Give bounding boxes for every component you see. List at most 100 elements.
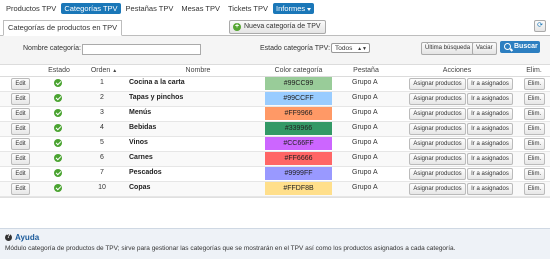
tab-categorias[interactable]: Categorías de productos en TPV [3,20,123,36]
header-pestana[interactable]: Pestaña [348,65,384,76]
go-to-assigned-button[interactable]: Ir a asignados [467,153,513,165]
edit-button[interactable]: Edit [11,123,30,135]
category-color-cell: #99CC99 [265,77,332,90]
edit-button[interactable]: Edit [11,78,30,90]
assign-products-button[interactable]: Asignar productos [409,168,466,180]
category-name-cell: Vinos [129,139,148,146]
assign-products-button[interactable]: Asignar productos [409,93,466,105]
edit-button[interactable]: Edit [11,153,30,165]
last-search-button[interactable]: Última búsqueda [421,42,475,55]
assign-products-button[interactable]: Asignar productos [409,183,466,195]
go-to-assigned-button[interactable]: Ir a asignados [467,108,513,120]
header-nombre[interactable]: Nombre [170,65,226,76]
table-header: Estado Orden ▲ Nombre Color categoría Pe… [0,65,550,77]
edit-button[interactable]: Edit [11,138,30,150]
help-title: ? Ayuda [5,233,39,242]
assign-products-button[interactable]: Asignar productos [409,138,466,150]
nav-productos-tpv[interactable]: Productos TPV [3,3,59,14]
tab-group-cell: Grupo A [352,79,378,86]
assign-products-button[interactable]: Asignar productos [409,123,466,135]
table-row: Edit 1 Cocina a la carta #99CC99 Grupo A Asig… [0,77,550,92]
help-title-text: Ayuda [15,233,40,242]
go-to-assigned-button[interactable]: Ir a asignados [467,78,513,90]
nav-informes[interactable]: Informes [273,3,315,14]
nav-tickets-tpv[interactable]: Tickets TPV [225,3,271,14]
table-row: Edit 2 Tapas y pinchos #99CCFF Grupo A Asigna… [0,92,550,107]
go-to-assigned-button[interactable]: Ir a asignados [467,123,513,135]
status-active-icon [54,109,62,117]
search-button[interactable]: Buscar [500,41,540,53]
category-color-cell: #FF6666 [265,152,332,165]
order-cell: 4 [100,124,104,131]
status-active-icon [54,94,62,102]
category-name-input[interactable] [82,44,201,55]
delete-button[interactable]: Elim. [524,138,545,150]
go-to-assigned-button[interactable]: Ir a asignados [467,138,513,150]
delete-button[interactable]: Elim. [524,183,545,195]
status-active-icon [54,139,62,147]
edit-button[interactable]: Edit [11,93,30,105]
new-category-button[interactable]: + Nueva categoría de TPV [229,20,326,34]
header-elim: Elim. [526,67,542,74]
tab-group-cell: Grupo A [352,94,378,101]
help-text: Módulo categoría de productos de TPV; si… [5,245,456,252]
header-orden[interactable]: Orden ▲ [88,65,120,76]
table-row: Edit 10 Copas #FFDF8B Grupo A Asignar product… [0,182,550,197]
table-empty-area [0,197,550,228]
tab-group-cell: Grupo A [352,154,378,161]
go-to-assigned-button[interactable]: Ir a asignados [467,93,513,105]
category-color-cell: #9999FF [265,167,332,180]
clear-button[interactable]: Vaciar [472,42,497,55]
tab-group-cell: Grupo A [352,169,378,176]
top-navigation: Productos TPV Categorías TPV Pestañas TP… [0,0,550,17]
search-button-label: Buscar [514,43,538,50]
sort-up-icon: ▲ [112,68,118,74]
new-category-label: Nueva categoría de TPV [244,23,321,30]
status-active-icon [54,169,62,177]
status-active-icon [54,154,62,162]
header-color[interactable]: Color categoría [265,65,332,76]
go-to-assigned-button[interactable]: Ir a asignados [467,168,513,180]
chevron-down-icon: ▲▼ [357,46,367,52]
assign-products-button[interactable]: Asignar productos [409,78,466,90]
delete-button[interactable]: Elim. [524,108,545,120]
edit-button[interactable]: Edit [11,183,30,195]
delete-button[interactable]: Elim. [524,168,545,180]
status-active-icon [54,79,62,87]
category-name-label: Nombre categoría: [23,45,81,52]
go-to-assigned-button[interactable]: Ir a asignados [467,183,513,195]
delete-button[interactable]: Elim. [524,153,545,165]
assign-products-button[interactable]: Asignar productos [409,153,466,165]
order-cell: 2 [100,94,104,101]
edit-button[interactable]: Edit [11,168,30,180]
delete-button[interactable]: Elim. [524,123,545,135]
category-name-cell: Copas [129,184,151,191]
help-panel: ? Ayuda Módulo categoría de productos de … [0,228,550,259]
category-name-cell: Bebidas [129,124,157,131]
category-name-cell: Carnes [129,154,153,161]
table-row: Edit 3 Menús #FF9966 Grupo A Asignar producto… [0,107,550,122]
category-status-select[interactable]: Todos ▲▼ [331,43,370,53]
question-icon: ? [5,234,12,242]
nav-mesas-tpv[interactable]: Mesas TPV [178,3,223,14]
edit-button[interactable]: Edit [11,108,30,120]
tab-group-cell: Grupo A [352,139,378,146]
delete-button[interactable]: Elim. [524,93,545,105]
order-cell: 6 [100,154,104,161]
order-cell: 10 [98,184,106,191]
plus-icon: + [233,23,241,31]
delete-button[interactable]: Elim. [524,78,545,90]
nav-pestanas-tpv[interactable]: Pestañas TPV [123,3,177,14]
header-estado[interactable]: Estado [44,65,74,76]
category-name-cell: Menús [129,109,152,116]
refresh-icon[interactable]: ⟳ [534,20,546,32]
category-name-cell: Cocina a la carta [129,79,185,86]
category-status-value: Todos [335,45,353,52]
assign-products-button[interactable]: Asignar productos [409,108,466,120]
chevron-down-icon [307,7,312,11]
tab-bar: Categorías de productos en TPV + Nueva c… [0,17,550,36]
nav-categorias-tpv[interactable]: Categorías TPV [61,3,121,14]
category-name-cell: Tapas y pinchos [129,94,184,101]
order-cell: 3 [100,109,104,116]
table-row: Edit 4 Bebidas #339966 Grupo A Asignar produc… [0,122,550,137]
